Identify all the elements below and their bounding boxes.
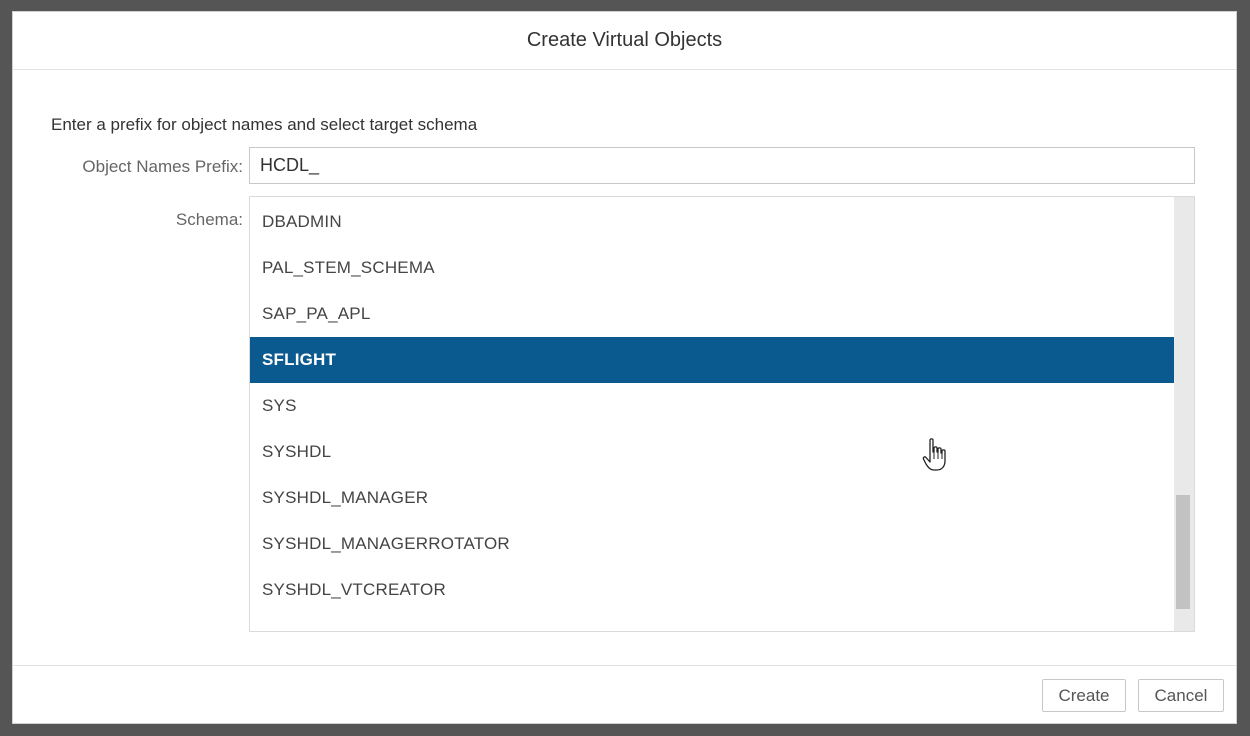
schema-item-syshdl-manager[interactable]: SYSHDL_MANAGER: [250, 475, 1174, 521]
dialog-footer: Create Cancel: [13, 665, 1236, 723]
schema-label: Schema:: [175, 210, 243, 229]
scrollbar-thumb[interactable]: [1176, 495, 1190, 609]
schema-item-pal-stem-schema[interactable]: PAL_STEM_SCHEMA: [250, 245, 1174, 291]
dialog-title: Create Virtual Objects: [526, 29, 723, 51]
schema-item-syshdl-managerrotator[interactable]: SYSHDL_MANAGERROTATOR: [250, 521, 1174, 567]
dialog-header: Create Virtual Objects: [13, 12, 1236, 70]
instruction-text: Enter a prefix for object names and sele…: [51, 115, 478, 134]
object-names-prefix-input[interactable]: [249, 147, 1195, 184]
create-button[interactable]: Create: [1042, 679, 1126, 712]
create-virtual-objects-dialog: Create Virtual Objects Enter a prefix fo…: [12, 11, 1237, 724]
schema-item-sflight[interactable]: SFLIGHT: [250, 337, 1174, 383]
schema-list[interactable]: DBADMIN PAL_STEM_SCHEMA SAP_PA_APL SFLIG…: [249, 196, 1195, 632]
schema-list-scrollbar[interactable]: [1174, 197, 1194, 631]
schema-item-syshdl[interactable]: SYSHDL: [250, 429, 1174, 475]
schema-item-dbadmin[interactable]: DBADMIN: [250, 199, 1174, 245]
prefix-label: Object Names Prefix:: [82, 157, 243, 176]
schema-item-sap-pa-apl[interactable]: SAP_PA_APL: [250, 291, 1174, 337]
cancel-button[interactable]: Cancel: [1138, 679, 1224, 712]
hand-pointer-icon: [922, 438, 946, 471]
schema-item-syshdl-vtcreator[interactable]: SYSHDL_VTCREATOR: [250, 567, 1174, 613]
schema-item-sys[interactable]: SYS: [250, 383, 1174, 429]
